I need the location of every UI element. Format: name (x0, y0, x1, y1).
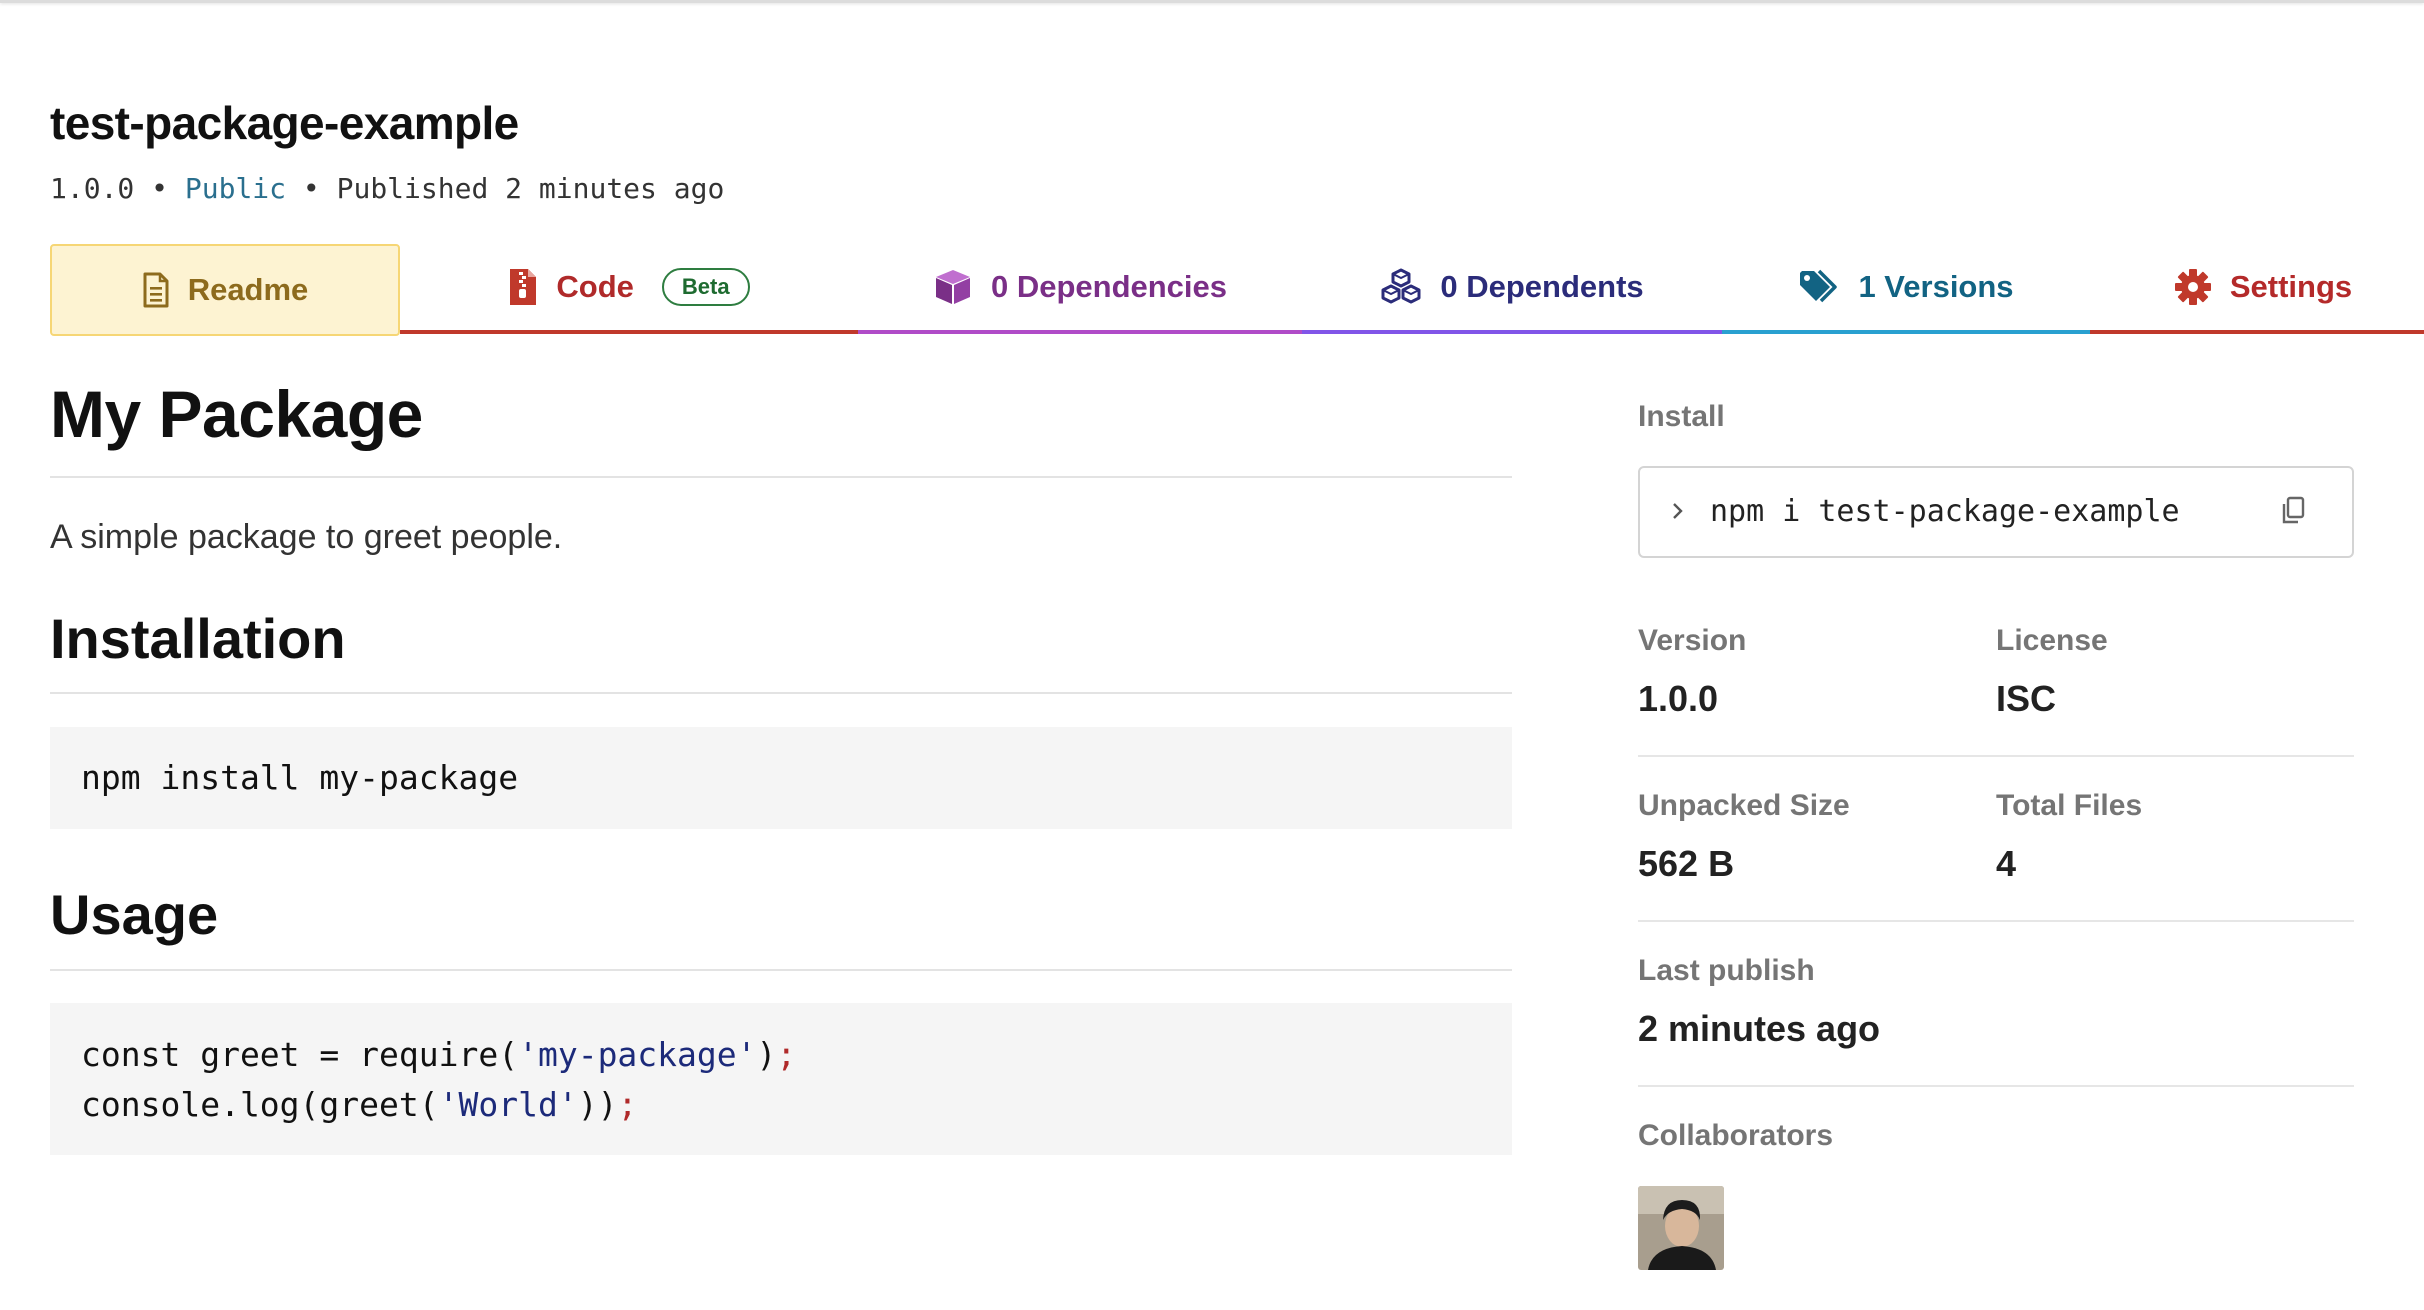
top-border (0, 0, 2424, 3)
tab-label: Readme (187, 272, 309, 307)
license-value: ISC (1996, 678, 2057, 719)
license-label: License (1996, 624, 2108, 657)
install-command: npm i test-package-example (1710, 494, 2180, 529)
gear-icon (2174, 268, 2212, 306)
code-string: 'my-package' (518, 1035, 757, 1074)
tab-dependencies[interactable]: 0 Dependencies (858, 244, 1302, 334)
package-title: test-package-example (50, 97, 519, 149)
divider (1638, 1085, 2354, 1087)
collaborator-avatar[interactable] (1638, 1186, 1724, 1270)
tab-dependents[interactable]: 0 Dependents (1302, 244, 1722, 334)
code-text: const greet = require( (81, 1035, 519, 1074)
tags-icon (1798, 269, 1840, 305)
tab-versions[interactable]: 1 Versions (1722, 244, 2090, 334)
code-punctuation: ; (617, 1085, 638, 1124)
cubes-icon (1380, 268, 1422, 306)
divider (50, 969, 1512, 971)
install-label: Install (1638, 400, 1725, 433)
version-value: 1.0.0 (1638, 678, 1719, 719)
code-line: npm install my-package (81, 758, 519, 797)
beta-badge: Beta (661, 268, 750, 306)
package-version: 1.0.0 (50, 172, 135, 205)
unpacked-size-value: 562 B (1638, 843, 1735, 884)
tab-label: 0 Dependents (1440, 269, 1644, 304)
divider (1638, 920, 2354, 922)
total-files-value: 4 (1996, 843, 2017, 884)
code-text: console.log(greet( (81, 1085, 439, 1124)
readme-file-icon (142, 272, 170, 308)
tab-label: 1 Versions (1858, 269, 2014, 304)
visibility-label: Public (184, 172, 287, 205)
tab-readme[interactable]: Readme (50, 244, 400, 336)
divider (50, 476, 1512, 478)
code-text: )) (577, 1085, 618, 1124)
tab-label: Settings (2229, 269, 2353, 304)
code-text: ) (756, 1035, 777, 1074)
code-punctuation: ; (776, 1035, 797, 1074)
installation-heading: Installation (50, 607, 346, 670)
tab-settings[interactable]: Settings (2090, 244, 2424, 334)
usage-heading: Usage (50, 883, 219, 946)
code-line: const greet = require('my-package'); (81, 1030, 1512, 1080)
install-code-block: npm install my-package (50, 727, 1512, 829)
package-tabs: Readme Code Beta 0 Dependencies 0 Depend… (50, 244, 2424, 338)
last-publish-value: 2 minutes ago (1638, 1008, 1881, 1049)
meta-separator: • (151, 172, 169, 205)
package-meta: 1.0.0 • Public • Published 2 minutes ago (50, 172, 724, 205)
meta-separator: • (302, 172, 320, 205)
cube-icon (933, 268, 973, 306)
tab-label: Code (556, 269, 634, 304)
last-publish-label: Last publish (1638, 954, 1815, 987)
divider (1638, 755, 2354, 757)
prompt-chevron-icon (1670, 498, 1686, 529)
published-time: Published 2 minutes ago (336, 172, 725, 205)
version-label: Version (1638, 624, 1747, 657)
total-files-label: Total Files (1996, 789, 2143, 822)
usage-code-block: const greet = require('my-package'); con… (50, 1003, 1512, 1155)
tab-label: 0 Dependencies (990, 269, 1228, 304)
tab-code[interactable]: Code Beta (400, 244, 858, 334)
readme-title: My Package (50, 377, 423, 451)
divider (50, 692, 1512, 694)
readme-description: A simple package to greet people. (50, 518, 563, 556)
code-line: console.log(greet('World')); (81, 1080, 1512, 1130)
unpacked-size-label: Unpacked Size (1638, 789, 1850, 822)
collaborators-label: Collaborators (1638, 1119, 1834, 1152)
code-string: 'World' (438, 1085, 578, 1124)
code-zip-icon (508, 268, 538, 306)
install-command-box[interactable]: npm i test-package-example (1638, 466, 2354, 558)
copy-icon[interactable] (2280, 496, 2306, 531)
